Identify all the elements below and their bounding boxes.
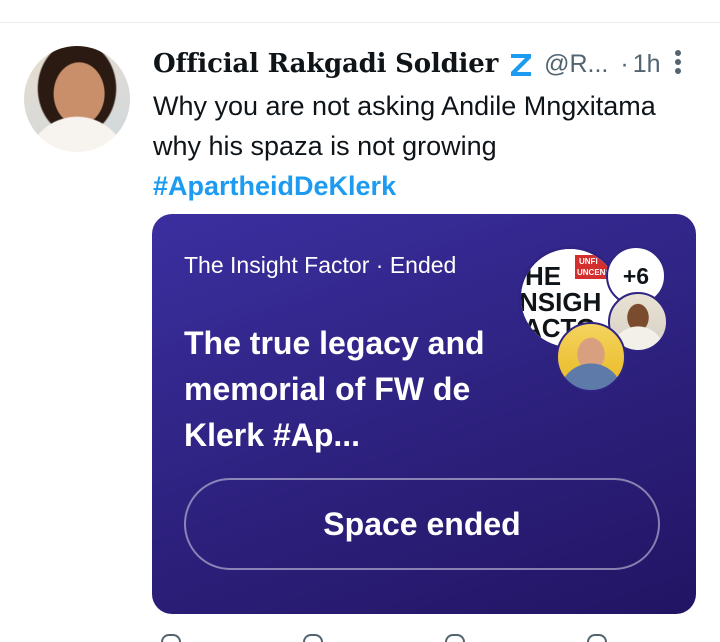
tweet-body: Why you are not asking Andile Mngxitama … <box>153 91 656 161</box>
hashtag-link[interactable]: #ApartheidDeKlerk <box>153 171 396 201</box>
logo-badge-1: UNFI <box>579 257 598 266</box>
more-vertical-icon[interactable] <box>672 48 684 76</box>
user-handle[interactable]: @R... <box>544 50 608 79</box>
speaker-avatar <box>556 322 626 392</box>
top-divider <box>0 22 720 23</box>
space-meta-separator: · <box>375 252 384 278</box>
separator-dot: · <box>620 49 629 78</box>
like-icon[interactable] <box>445 634 465 642</box>
display-name[interactable]: Official Rakgadi Soldier <box>153 49 498 79</box>
tweet-action-bar <box>153 630 673 642</box>
share-icon[interactable] <box>587 634 607 642</box>
user-avatar[interactable] <box>24 46 130 152</box>
space-host-name: The Insight Factor <box>184 252 370 278</box>
tweet-text: Why you are not asking Andile Mngxitama … <box>153 86 703 206</box>
space-card[interactable]: The Insight Factor · Ended The true lega… <box>152 214 696 614</box>
z-emoji-icon <box>511 54 532 76</box>
space-title: The true legacy and memorial of FW de Kl… <box>184 325 485 453</box>
retweet-icon[interactable] <box>303 634 323 642</box>
reply-icon[interactable] <box>161 634 181 642</box>
space-status: Ended <box>389 252 457 278</box>
tweet-time[interactable]: 1h <box>633 50 661 79</box>
space-meta: The Insight Factor · Ended <box>184 252 456 279</box>
space-ended-button[interactable]: Space ended <box>184 478 660 570</box>
tweet-header: Official Rakgadi Soldier @R... · 1h <box>153 44 661 84</box>
